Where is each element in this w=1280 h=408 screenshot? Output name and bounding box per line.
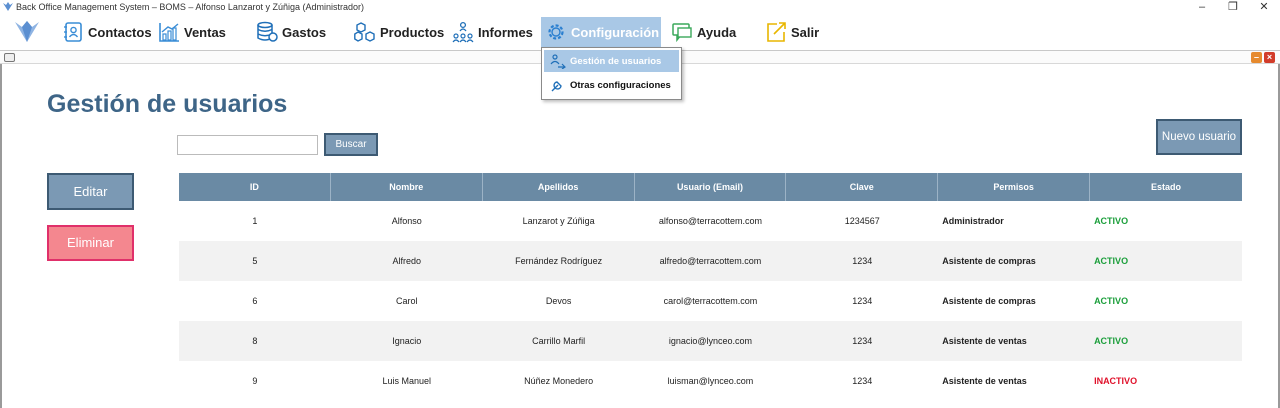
chart-icon <box>159 23 179 42</box>
cell-nombre: Alfredo <box>392 256 422 266</box>
cell-nombre: Alfonso <box>391 216 422 226</box>
boxes-icon <box>354 22 375 42</box>
table-row[interactable]: 9 Luis Manuel Núñez Monedero luisman@lyn… <box>179 361 1242 401</box>
cell-permisos: Asistente de ventas <box>942 376 1027 386</box>
column-header-permisos[interactable]: Permisos <box>938 173 1091 201</box>
page-title: Gestión de usuarios <box>47 90 288 118</box>
cell-nombre: Luis Manuel <box>382 376 432 386</box>
menu-label: Ventas <box>184 24 226 40</box>
search-button[interactable]: Buscar <box>324 133 378 156</box>
cell-apellidos: Devos <box>545 296 572 306</box>
cell-clave: 1234 <box>852 256 873 266</box>
table-row[interactable]: 6 Carol Devos carol@terracottem.com 1234… <box>179 281 1242 321</box>
cell-clave: 1234 <box>852 336 873 346</box>
dropdown-item-gestion-usuarios[interactable]: Gestión de usuarios <box>544 50 679 72</box>
wrench-icon <box>551 81 562 92</box>
table-row[interactable]: 5 Alfredo Fernández Rodríguez alfredo@te… <box>179 241 1242 281</box>
cell-apellidos: Carrillo Marfil <box>532 336 586 346</box>
cell-clave: 1234 <box>852 296 873 306</box>
frame-close-button[interactable]: × <box>1264 52 1275 63</box>
column-header-id[interactable]: ID <box>179 173 331 201</box>
cell-permisos: Administrador <box>942 216 1004 226</box>
exit-icon <box>767 22 786 42</box>
cell-id: 1 <box>252 216 258 226</box>
menu-configuracion[interactable]: Configuración <box>541 17 661 47</box>
search-input[interactable] <box>177 135 318 155</box>
cell-clave: 1234567 <box>844 216 880 226</box>
table-header: ID Nombre Apellidos Usuario (Email) Clav… <box>179 173 1242 201</box>
cell-estado: ACTIVO <box>1094 296 1129 306</box>
users-gear-icon <box>550 54 566 69</box>
cell-permisos: Asistente de compras <box>942 256 1036 266</box>
app-logo-icon <box>3 2 13 11</box>
dropdown-label: Gestión de usuarios <box>570 55 662 67</box>
new-user-button[interactable]: Nuevo usuario <box>1156 119 1242 155</box>
table-row[interactable]: 1 Alfonso Lanzarot y Zúñiga alfonso@terr… <box>179 201 1242 241</box>
cell-id: 8 <box>252 336 258 346</box>
cell-email: alfredo@terracottem.com <box>659 256 762 266</box>
cell-email: ignacio@lynceo.com <box>668 336 753 346</box>
column-header-estado[interactable]: Estado <box>1090 173 1242 201</box>
cell-email: luisman@lynceo.com <box>667 376 754 386</box>
cell-apellidos: Fernández Rodríguez <box>515 256 603 266</box>
cell-nombre: Ignacio <box>392 336 422 346</box>
frame-left-border <box>0 64 2 408</box>
delete-button[interactable]: Eliminar <box>47 225 134 261</box>
configuracion-dropdown: Gestión de usuarios Otras configuracione… <box>541 47 682 100</box>
column-header-apellidos[interactable]: Apellidos <box>483 173 635 201</box>
cell-nombre: Carol <box>396 296 418 306</box>
contacts-icon <box>64 22 82 42</box>
coins-icon <box>257 21 278 42</box>
table-row[interactable]: 8 Ignacio Carrillo Marfil ignacio@lynceo… <box>179 321 1242 361</box>
column-header-nombre[interactable]: Nombre <box>331 173 483 201</box>
cell-estado: INACTIVO <box>1094 376 1138 386</box>
cell-apellidos: Núñez Monedero <box>524 376 594 386</box>
edit-button[interactable]: Editar <box>47 173 134 210</box>
cell-clave: 1234 <box>852 376 873 386</box>
cell-id: 5 <box>252 256 258 266</box>
menu-label: Ayuda <box>697 24 737 40</box>
menu-salir[interactable]: Salir <box>761 17 823 47</box>
frame-icon <box>4 53 15 62</box>
cell-estado: ACTIVO <box>1094 336 1129 346</box>
cell-email: alfonso@terracottem.com <box>658 216 763 226</box>
cell-permisos: Asistente de compras <box>942 296 1036 306</box>
menu-informes[interactable]: Informes <box>448 17 537 47</box>
cell-id: 9 <box>252 376 258 386</box>
cell-email: carol@terracottem.com <box>663 296 758 306</box>
frame-minimize-button[interactable]: – <box>1251 52 1262 63</box>
dropdown-label: Otras configuraciones <box>570 79 671 91</box>
cell-id: 6 <box>252 296 258 306</box>
menu-label: Configuración <box>571 24 660 40</box>
menu-ayuda[interactable]: Ayuda <box>667 17 740 47</box>
gear-icon <box>548 24 564 40</box>
menu-label: Productos <box>380 24 445 40</box>
cell-apellidos: Lanzarot y Zúñiga <box>522 216 595 226</box>
dropdown-item-otras-configuraciones[interactable]: Otras configuraciones <box>544 74 679 96</box>
title-bar: Back Office Management System – BOMS – A… <box>0 0 1280 16</box>
chat-icon <box>672 23 692 43</box>
menu-productos[interactable]: Productos <box>350 17 448 47</box>
users-table: ID Nombre Apellidos Usuario (Email) Clav… <box>179 173 1242 401</box>
cell-estado: ACTIVO <box>1094 256 1129 266</box>
cell-estado: ACTIVO <box>1094 216 1129 226</box>
close-button[interactable]: ✕ <box>1246 0 1280 16</box>
menu-label: Gastos <box>282 24 327 40</box>
menu-label: Contactos <box>88 24 152 40</box>
column-header-email[interactable]: Usuario (Email) <box>635 173 787 201</box>
brand-logo-icon <box>15 21 39 42</box>
people-icon <box>452 21 474 43</box>
window-title: Back Office Management System – BOMS – A… <box>16 2 364 12</box>
menu-label: Informes <box>478 24 533 40</box>
cell-permisos: Asistente de ventas <box>942 336 1027 346</box>
menu-gastos[interactable]: Gastos <box>252 17 330 47</box>
menu-ventas[interactable]: Ventas <box>154 17 230 47</box>
column-header-clave[interactable]: Clave <box>786 173 939 201</box>
menu-label: Salir <box>791 24 820 40</box>
menu-contactos[interactable]: Contactos <box>58 17 156 47</box>
